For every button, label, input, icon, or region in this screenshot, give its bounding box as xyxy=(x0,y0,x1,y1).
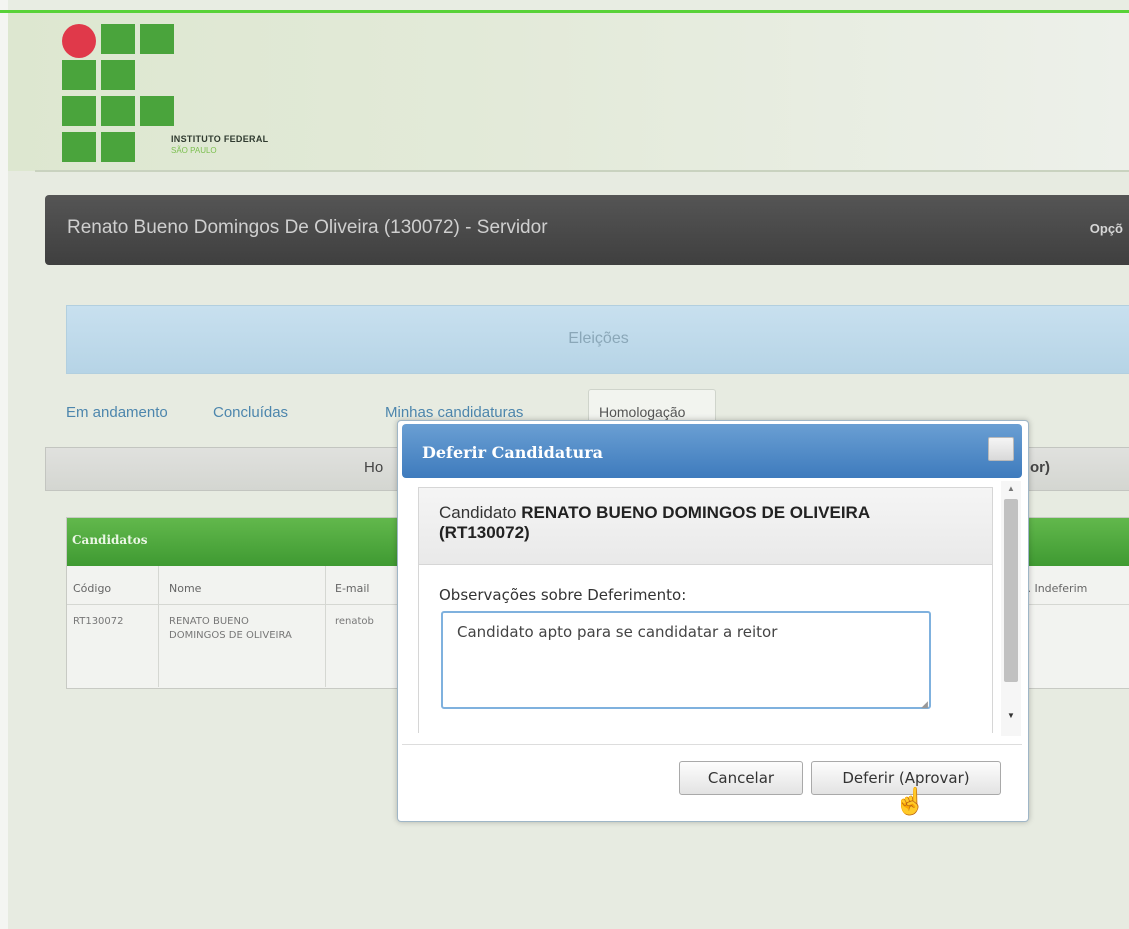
tab-em-andamento[interactable]: Em andamento xyxy=(66,404,168,421)
tab-minhas-candidaturas[interactable]: Minhas candidaturas xyxy=(385,404,523,421)
header-divider xyxy=(35,170,1129,172)
tab-homologacao-label: Homologação xyxy=(599,404,686,420)
logo-text-campus: SÃO PAULO xyxy=(171,146,217,155)
resize-grip-icon[interactable]: ◢ xyxy=(921,699,928,710)
column-header-name: Nome xyxy=(169,582,202,595)
deferir-dialog: Deferir Candidatura Candidato RENATO BUE… xyxy=(397,420,1029,822)
logo-square xyxy=(140,24,174,54)
logo-square xyxy=(140,96,174,126)
logo-square xyxy=(62,132,96,162)
logo-text-institute: INSTITUTO FEDERAL xyxy=(171,134,269,144)
window-edge xyxy=(0,0,8,929)
logo-square xyxy=(101,132,135,162)
dialog-scrollbar[interactable]: ▲ ▼ xyxy=(1001,481,1021,736)
panel-title: Ho xyxy=(364,459,384,476)
cell-email: renatob xyxy=(335,616,374,627)
column-header-code: Código xyxy=(73,582,112,595)
dialog-title: Deferir Candidatura xyxy=(422,443,603,462)
logo-square xyxy=(101,96,135,126)
logo-square xyxy=(101,60,135,90)
observations-label: Observações sobre Deferimento: xyxy=(439,586,687,604)
cancel-button[interactable]: Cancelar xyxy=(679,761,803,795)
candidate-prefix: Candidato xyxy=(439,503,517,522)
options-menu[interactable]: Opçõ xyxy=(1090,221,1123,236)
candidate-info-text: Candidato RENATO BUENO DOMINGOS DE OLIVE… xyxy=(439,503,959,543)
scroll-up-arrow-icon[interactable]: ▲ xyxy=(1007,484,1015,493)
column-header-email: E-mail xyxy=(335,582,370,595)
logo-square xyxy=(101,24,135,54)
table-column-divider xyxy=(325,566,326,687)
hand-cursor-icon: ☝ xyxy=(894,786,927,816)
table-column-divider xyxy=(158,566,159,687)
observations-textarea[interactable]: Candidato apto para se candidatar a reit… xyxy=(441,611,931,709)
logo-square xyxy=(62,60,96,90)
close-icon[interactable] xyxy=(988,437,1014,461)
section-title: Eleições xyxy=(568,330,629,347)
cell-code: RT130072 xyxy=(73,616,124,627)
section-header: Eleições xyxy=(66,305,1129,374)
ifsp-logo[interactable]: INSTITUTO FEDERAL SÃO PAULO xyxy=(62,24,322,164)
dialog-content: Candidato RENATO BUENO DOMINGOS DE OLIVE… xyxy=(418,487,993,733)
logo-square xyxy=(62,96,96,126)
candidates-title: Candidatos xyxy=(72,533,148,547)
dialog-footer-divider xyxy=(402,744,1022,745)
scroll-down-arrow-icon[interactable]: ▼ xyxy=(1007,711,1015,720)
tab-concluidas[interactable]: Concluídas xyxy=(213,404,288,421)
cell-name: RENATO BUENO DOMINGOS DE OLIVEIRA xyxy=(169,616,292,641)
candidate-info: Candidato RENATO BUENO DOMINGOS DE OLIVE… xyxy=(419,488,992,565)
user-name: Renato Bueno Domingos De Oliveira (13007… xyxy=(67,217,548,238)
logo-red-circle xyxy=(62,24,96,58)
panel-title-end: or) xyxy=(1030,459,1050,476)
dialog-titlebar[interactable]: Deferir Candidatura xyxy=(402,424,1022,478)
scroll-thumb[interactable] xyxy=(1004,499,1018,682)
user-bar: Renato Bueno Domingos De Oliveira (13007… xyxy=(45,195,1129,265)
